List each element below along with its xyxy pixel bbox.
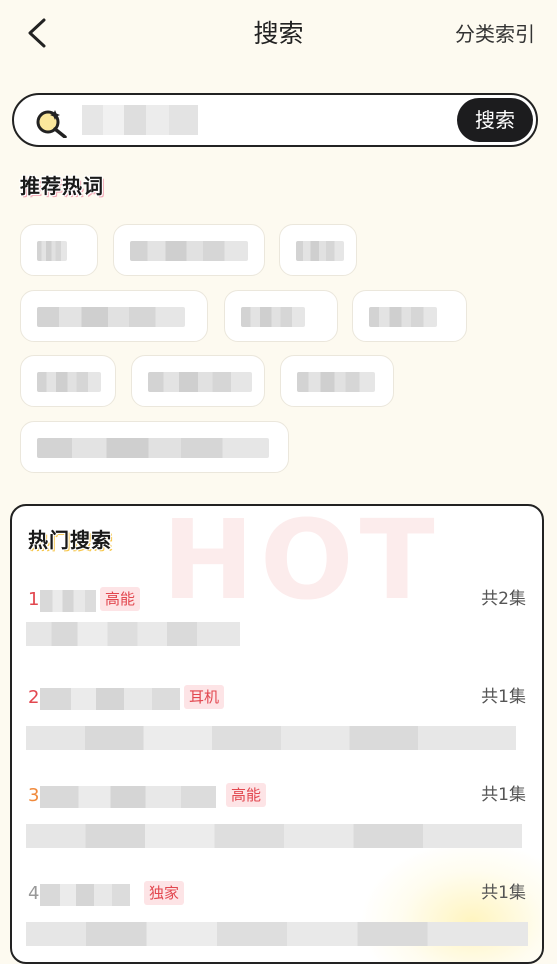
hot-word-chip[interactable] <box>280 355 394 407</box>
item-description <box>26 726 516 750</box>
item-title <box>40 884 130 906</box>
hot-word-chip[interactable] <box>20 290 208 342</box>
episode-count: 共2集 <box>481 589 526 609</box>
rank-number: 1 <box>28 589 40 610</box>
hot-search-item[interactable]: 1 高能 共2集 <box>12 586 542 682</box>
hot-word-chip[interactable] <box>20 355 116 407</box>
hot-word-chip[interactable] <box>113 224 265 276</box>
chip-label <box>37 307 185 327</box>
recommended-hot-words-title: 推荐热词 <box>20 174 104 198</box>
item-title <box>40 688 180 710</box>
rank-number: 3 <box>28 785 40 806</box>
search-bar[interactable]: 搜索 <box>12 93 538 147</box>
search-input[interactable] <box>82 105 198 135</box>
chip-label <box>297 372 375 392</box>
search-button[interactable]: 搜索 <box>457 98 533 142</box>
hot-search-item[interactable]: 3 高能 共1集 <box>12 782 542 878</box>
item-tag: 独家 <box>144 881 185 905</box>
item-description <box>26 824 522 848</box>
rank-number: 4 <box>28 883 40 904</box>
chip-label <box>37 241 67 261</box>
top-bar: 搜索 分类索引 <box>0 0 557 68</box>
hot-search-panel: HOT 热门搜索 1 高能 共2集 2 耳机 共1集 3 高能 共1集 4 独家… <box>10 504 544 964</box>
episode-count: 共1集 <box>481 785 526 805</box>
episode-count: 共1集 <box>481 883 526 903</box>
hot-word-chip[interactable] <box>20 224 98 276</box>
hot-word-chip[interactable] <box>279 224 357 276</box>
hot-word-chip[interactable] <box>352 290 467 342</box>
hot-search-title: 热门搜索 <box>28 528 112 552</box>
chip-label <box>148 372 252 392</box>
chip-label <box>130 241 248 261</box>
hot-search-item[interactable]: 4 独家 共1集 <box>12 880 542 962</box>
episode-count: 共1集 <box>481 687 526 707</box>
hot-word-chip[interactable] <box>20 421 289 473</box>
item-title <box>40 786 216 808</box>
chip-label <box>296 241 344 261</box>
hot-word-chip[interactable] <box>224 290 338 342</box>
item-description <box>26 622 240 646</box>
search-sparkle-icon <box>36 110 67 138</box>
rank-number: 2 <box>28 687 40 708</box>
hot-search-item[interactable]: 2 耳机 共1集 <box>12 684 542 780</box>
hot-word-chip[interactable] <box>131 355 265 407</box>
item-tag: 高能 <box>100 587 141 611</box>
category-index-link[interactable]: 分类索引 <box>455 18 535 50</box>
chip-label <box>241 307 305 327</box>
item-description <box>26 922 528 946</box>
chip-label <box>37 372 101 392</box>
chip-label <box>37 438 269 458</box>
item-title <box>40 590 96 612</box>
item-tag: 高能 <box>226 783 267 807</box>
item-tag: 耳机 <box>184 685 225 709</box>
chip-label <box>369 307 437 327</box>
